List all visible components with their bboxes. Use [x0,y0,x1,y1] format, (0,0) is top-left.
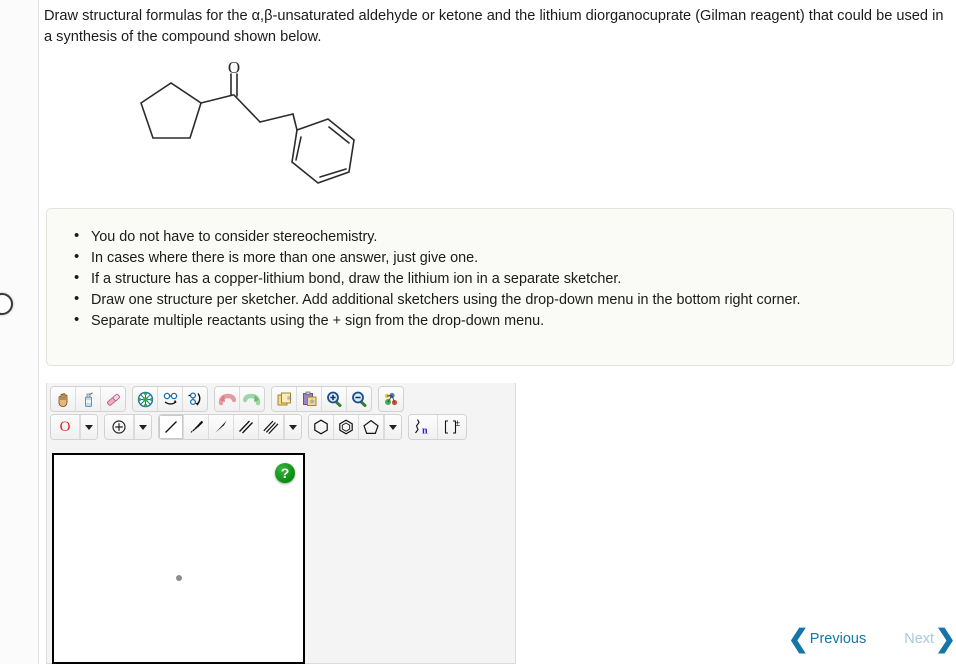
aromatic-ring-icon[interactable] [334,415,359,439]
compound-structure-figure: O [130,52,380,206]
paste-icon[interactable]: ⚛ [297,387,322,411]
cyclopentane-ring-icon[interactable] [359,415,384,439]
svg-text:⚛: ⚛ [309,398,315,406]
bond-tool-dropdown[interactable] [284,415,301,439]
copy-icon[interactable]: ⚛ [272,387,297,411]
question-prompt: Draw structural formulas for the α,β-uns… [44,6,952,48]
redo-icon[interactable] [240,387,264,411]
chevron-left-icon: ❮ [787,625,809,653]
canvas-center-dot [175,575,182,582]
zoom-out-icon[interactable] [347,387,371,411]
toolbar-group-edit [50,386,126,412]
toolbar-group-atom: O [50,414,98,440]
undo-icon[interactable] [215,387,240,411]
oxygen-atom-label: O [228,58,240,77]
svg-text:±: ± [455,418,460,428]
zoom-in-icon[interactable] [322,387,347,411]
sketcher-canvas[interactable]: ? [52,453,305,664]
next-button[interactable]: Next ❯ [904,625,956,653]
charge-tool-button[interactable] [105,415,134,439]
sketcher-toolbar-row-1: ⚛ ⚛ [47,383,515,412]
eraser-icon[interactable] [101,387,125,411]
atom-tool-button[interactable]: O [51,415,80,439]
svg-text:⚛: ⚛ [286,394,292,402]
cleanup-spray-icon[interactable] [76,387,101,411]
wedge-bond-icon[interactable] [209,415,234,439]
instructions-panel: You do not have to consider stereochemis… [46,208,954,366]
hash-wedge-bond-icon[interactable] [184,415,209,439]
toolbar-group-charge [104,414,152,440]
templates-icon[interactable] [379,387,403,411]
toolbar-group-clipboard: ⚛ ⚛ [271,386,372,412]
flip-horizontal-icon[interactable] [158,387,183,411]
instructions-list: You do not have to consider stereochemis… [47,209,953,331]
list-item: Separate multiple reactants using the + … [74,310,953,331]
single-bond-icon[interactable] [159,415,184,439]
sketcher-toolbar-row-2: O n ± [47,412,515,440]
toolbar-group-transform [132,386,208,412]
question-navigation: ❮ Previous Next ❯ [788,626,956,652]
svg-text:n: n [422,426,428,437]
toolbar-group-history [214,386,265,412]
toolbar-group-templates [378,386,404,412]
left-gutter [0,0,39,664]
list-item: If a structure has a copper-lithium bond… [74,268,953,289]
list-item: Draw one structure per sketcher. Add add… [74,289,953,310]
chevron-right-icon: ❯ [935,625,956,653]
question-line-1: Draw structural formulas for the α,β-uns… [44,8,805,24]
toolbar-group-misc: n ± [408,414,467,440]
previous-label: Previous [809,631,867,647]
atom-tool-dropdown[interactable] [80,415,97,439]
molecule-sketcher[interactable]: ⚛ ⚛ O n ± ? [46,383,516,664]
benzene-ring-icon[interactable] [309,415,334,439]
list-item: You do not have to consider stereochemis… [74,226,953,247]
polymer-chain-icon[interactable]: n [409,415,438,439]
atom-tool-label: O [59,418,71,435]
previous-button[interactable]: ❮ Previous [787,625,867,653]
bracket-charge-icon[interactable]: ± [438,415,466,439]
toolbar-group-bonds [158,414,302,440]
charge-tool-dropdown[interactable] [134,415,151,439]
double-bond-icon[interactable] [234,415,259,439]
ring-tool-dropdown[interactable] [384,415,401,439]
help-icon[interactable]: ? [275,463,295,483]
list-item: In cases where there is more than one an… [74,247,953,268]
sidebar-collapse-handle[interactable] [0,293,13,315]
triple-bond-icon[interactable] [259,415,284,439]
select-all-icon[interactable] [133,387,158,411]
rotate-icon[interactable] [183,387,207,411]
toolbar-group-rings [308,414,402,440]
next-label: Next [904,631,935,647]
pan-hand-icon[interactable] [51,387,76,411]
structure-svg: O [140,58,355,184]
